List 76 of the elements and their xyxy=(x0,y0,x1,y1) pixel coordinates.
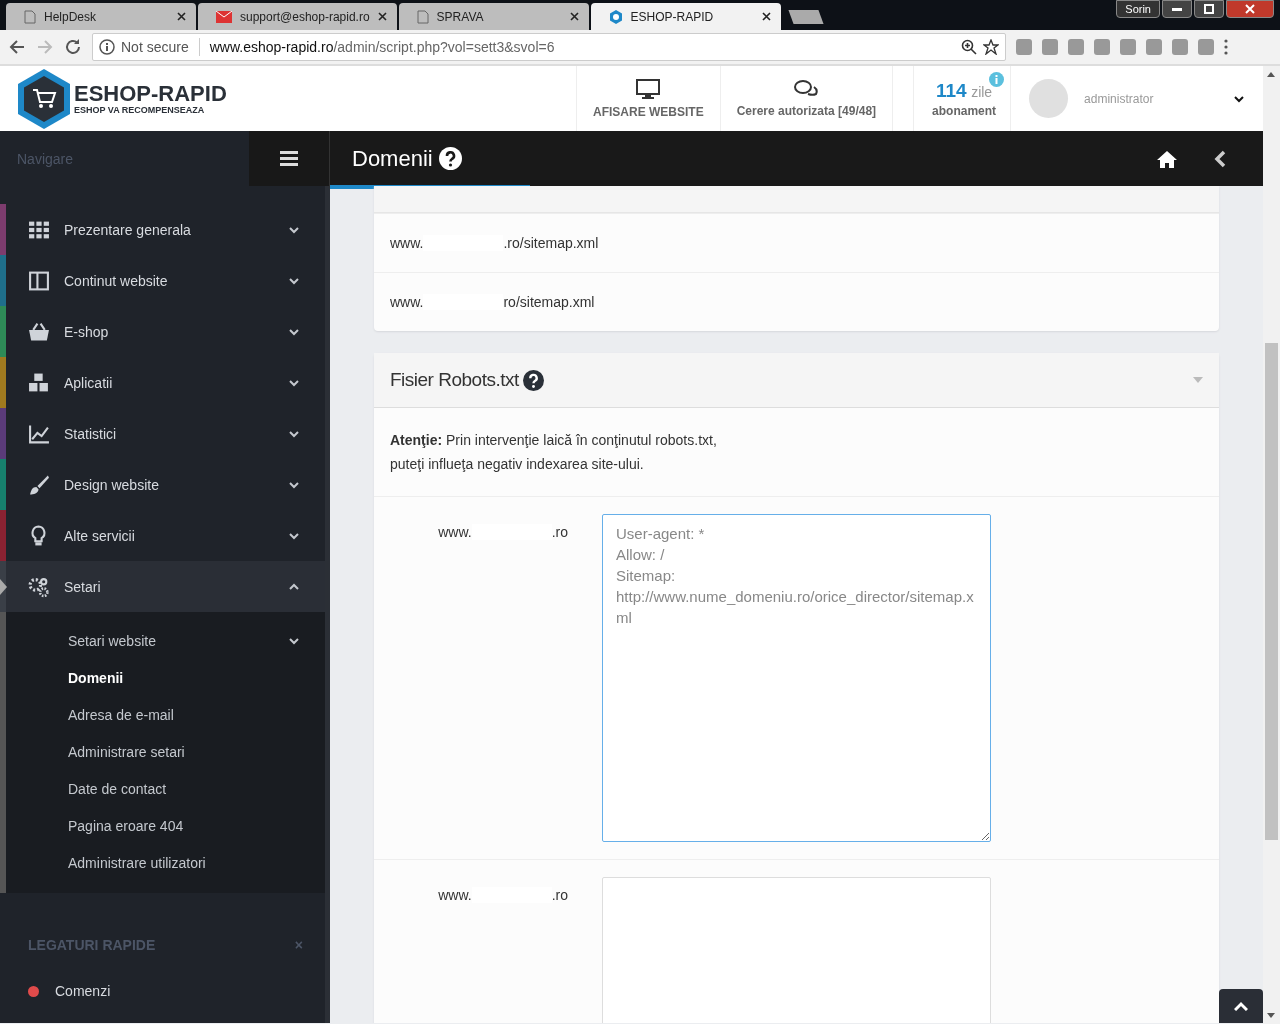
logo-title: ESHOP-RAPID xyxy=(74,82,227,105)
submenu-item[interactable]: Pagina eroare 404 xyxy=(6,807,325,844)
browser-tab[interactable]: ESHOP-RAPID xyxy=(590,3,781,30)
zoom-icon[interactable] xyxy=(961,39,977,55)
mail-icon xyxy=(216,10,232,23)
active-marker-icon xyxy=(0,579,7,595)
menu-item-icon xyxy=(28,575,50,598)
sidebar-item[interactable]: Prezentare generala xyxy=(0,204,325,255)
menu-item-icon xyxy=(28,371,50,394)
page-icon xyxy=(24,9,36,24)
submenu-item[interactable]: Setari website xyxy=(6,622,325,659)
menu-item-icon xyxy=(28,269,50,292)
star-icon[interactable] xyxy=(983,39,999,55)
sidebar-item[interactable]: Statistici xyxy=(0,408,325,459)
avatar xyxy=(1029,79,1069,118)
sidebar-item[interactable]: Aplicatii xyxy=(0,357,325,408)
quick-link[interactable]: Comenzi xyxy=(28,983,303,999)
page-title: Domenii xyxy=(352,145,433,172)
sitemap-url: www. .ro/sitemap.xml xyxy=(374,213,1219,272)
sidebar-item[interactable]: Setari xyxy=(0,561,325,612)
scroll-top-button[interactable] xyxy=(1219,989,1263,1023)
submenu-item[interactable]: Adresa de e-mail xyxy=(6,696,325,733)
page-icon xyxy=(416,9,429,24)
monitor-icon xyxy=(636,78,661,99)
home-icon xyxy=(1156,149,1178,168)
domain-label: www. .ro xyxy=(437,886,569,905)
submenu-item[interactable]: Administrare utilizatori xyxy=(6,844,325,881)
submenu-item[interactable]: Domenii xyxy=(6,659,325,696)
minimize-button[interactable] xyxy=(1162,0,1192,18)
help-icon[interactable] xyxy=(522,369,544,391)
chevron-left-icon xyxy=(1214,149,1226,168)
close-icon[interactable] xyxy=(761,12,771,21)
address-bar[interactable]: Not secure www.eshop-rapid.ro/admin/script.php?vol=sett3&svol=6 xyxy=(92,33,1006,61)
menu-button[interactable] xyxy=(249,131,329,186)
browser-tab[interactable]: support@eshop-rapid.ro xyxy=(198,3,397,30)
profile-button[interactable]: Sorin xyxy=(1116,0,1160,18)
quick-links-title: LEGATURI RAPIDE xyxy=(28,937,157,953)
close-icon[interactable] xyxy=(177,12,186,21)
close-icon xyxy=(1245,4,1255,14)
sidebar-item[interactable]: Continut website xyxy=(0,255,325,306)
back-arrow-icon[interactable] xyxy=(8,38,26,56)
sidebar-title: Navigare xyxy=(16,150,75,169)
sidebar-item[interactable]: Design website xyxy=(0,459,325,510)
sitemap-url: www. ro/sitemap.xml xyxy=(374,272,1219,331)
subscription-label: abonament xyxy=(932,103,997,118)
logo-tagline: ESHOP VA RECOMPENSEAZA xyxy=(74,104,206,115)
hexagon-icon xyxy=(608,9,623,24)
security-label: Not secure xyxy=(121,39,189,55)
robots-text-field[interactable]: User-agent: * Allow: / Sitemap: http://www.nume_domeniu.ro/orice_director/sitemap.xml xyxy=(602,514,991,842)
card-title: Fisier Robots.txt xyxy=(390,369,519,391)
minimize-icon xyxy=(1172,7,1182,11)
chat-icon xyxy=(794,79,819,98)
scrollbar[interactable] xyxy=(1263,66,1280,1024)
info-icon xyxy=(99,39,115,55)
menu-icon[interactable] xyxy=(1224,39,1228,55)
domain-label: www. .ro xyxy=(437,523,569,542)
menu-item-icon xyxy=(28,473,50,496)
warning-text: Atenţie: Prin intervenţie laică în conţinutul robots.txt, puteţi influeţa negativ indexarea site-ului. xyxy=(374,408,1219,497)
maximize-button[interactable] xyxy=(1194,0,1224,18)
close-icon[interactable] xyxy=(569,12,579,21)
subscription-days: 114 zile xyxy=(936,79,993,102)
browser-tab[interactable]: SPRAVA xyxy=(398,3,589,30)
chevron-up-icon xyxy=(1234,1001,1248,1011)
close-button[interactable] xyxy=(1226,0,1274,18)
reload-icon[interactable] xyxy=(64,38,82,56)
close-icon[interactable] xyxy=(377,12,387,21)
maximize-icon xyxy=(1204,4,1214,14)
submenu-item[interactable]: Date de contact xyxy=(6,770,325,807)
submenu-item[interactable]: Administrare setari xyxy=(6,733,325,770)
new-tab-button[interactable] xyxy=(788,10,824,24)
sidebar-item[interactable]: E-shop xyxy=(0,306,325,357)
menu-icon xyxy=(280,151,298,166)
url-text: www.eshop-rapid.ro/admin/script.php?vol=sett3&svol=6 xyxy=(209,39,555,55)
help-icon[interactable] xyxy=(438,147,462,170)
browser-tab[interactable]: HelpDesk xyxy=(6,3,196,30)
menu-item-icon xyxy=(28,320,50,343)
